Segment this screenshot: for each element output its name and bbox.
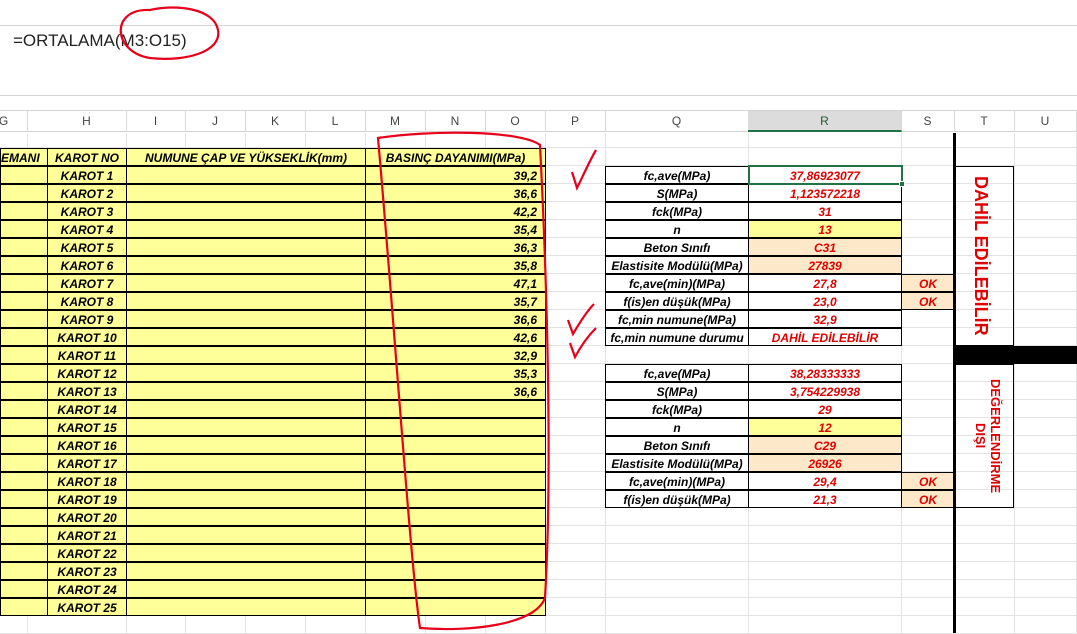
active-cell-outline [748,165,903,185]
annotation-check-1 [570,149,597,191]
annotation-circle-formula [119,6,220,60]
annotation-check-2 [566,303,595,337]
annotation-loop-basinc [376,131,550,631]
fill-handle[interactable] [899,181,905,187]
annotation-overlay [119,6,597,631]
